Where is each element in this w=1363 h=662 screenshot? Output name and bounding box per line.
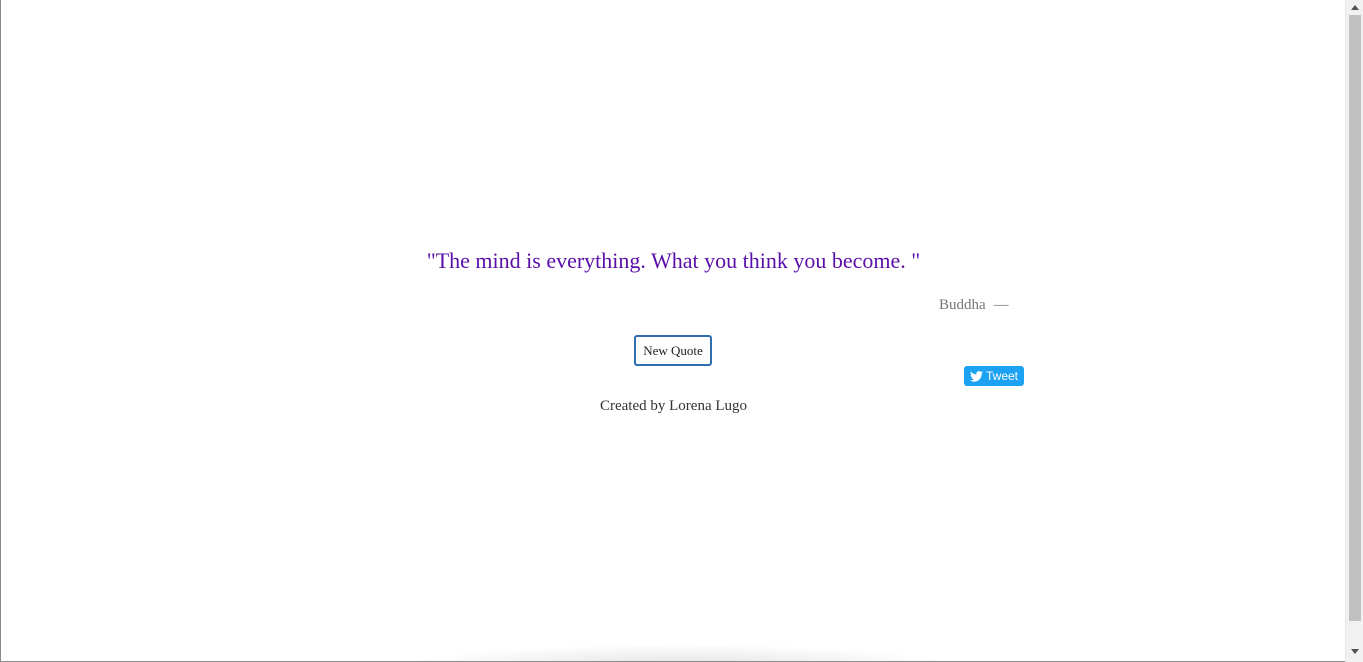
bottom-shadow (406, 644, 951, 661)
quote-author-line: Buddha — (939, 295, 1009, 315)
scrollbar-thumb[interactable] (1349, 15, 1361, 621)
quote-author: Buddha (939, 297, 986, 313)
author-dash: — (993, 297, 1009, 313)
scroll-down-arrow-icon[interactable] (1346, 644, 1363, 658)
tweet-button[interactable]: Tweet (964, 366, 1024, 386)
tweet-label: Tweet (985, 369, 1018, 383)
new-quote-button[interactable]: New Quote (634, 335, 712, 366)
browser-viewport: "The mind is everything. What you think … (0, 0, 1363, 662)
page-content: "The mind is everything. What you think … (1, 0, 1346, 661)
quote-text: "The mind is everything. What you think … (426, 248, 921, 273)
scroll-up-arrow-icon[interactable] (1346, 0, 1363, 14)
credit-text: Created by Lorena Lugo (599, 398, 748, 414)
vertical-scrollbar[interactable] (1345, 0, 1363, 662)
twitter-bird-icon (969, 370, 983, 382)
